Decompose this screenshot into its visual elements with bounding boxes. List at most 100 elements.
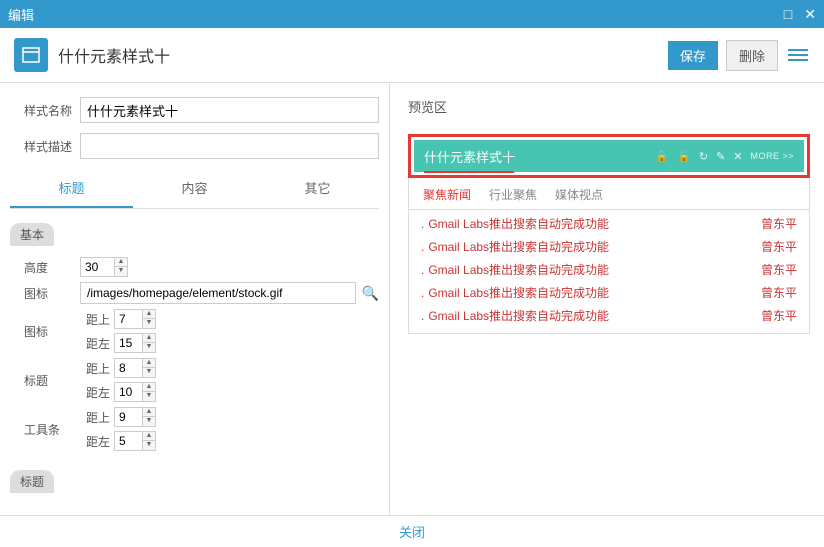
header-bar: 什什元素样式十 保存 删除 (0, 28, 824, 83)
window-controls: □ ✕ (784, 6, 816, 23)
style-name-input[interactable] (80, 97, 379, 123)
close-button[interactable]: 关闭 (0, 515, 824, 547)
list-item: . Gmail Labs推出搜索自动完成功能 曾东平 (421, 212, 797, 235)
tab-content[interactable]: 内容 (133, 169, 256, 208)
toolbar-mt-input[interactable] (114, 407, 142, 427)
preview-tabs: 聚焦新闻 行业聚焦 媒体视点 (408, 178, 810, 210)
toolbar-label: 工具条 (10, 421, 80, 438)
header-left: 什什元素样式十 (14, 38, 170, 72)
style-name-label: 样式名称 (10, 102, 80, 119)
preview-tab-1[interactable]: 行业聚焦 (489, 186, 537, 203)
more-link[interactable]: MORE >> (750, 151, 794, 161)
close-icon[interactable]: ✕ (804, 6, 816, 23)
item-author[interactable]: 曾东平 (761, 261, 797, 278)
toolbar-ml-stepper[interactable]: ▲▼ (114, 431, 156, 451)
margin-left-label: 距左 (80, 335, 114, 352)
height-stepper[interactable]: ▲▼ (80, 257, 128, 277)
icon-mt-stepper[interactable]: ▲▼ (114, 309, 156, 329)
toolbar-mt-stepper[interactable]: ▲▼ (114, 407, 156, 427)
icon-mt-input[interactable] (114, 309, 142, 329)
icon-path-input[interactable] (80, 282, 356, 304)
search-icon[interactable]: 🔍 (362, 285, 379, 302)
style-desc-input[interactable] (80, 133, 379, 159)
refresh-icon[interactable]: ↻ (699, 150, 708, 163)
list-item: . Gmail Labs推出搜索自动完成功能 曾东平 (421, 258, 797, 281)
item-text[interactable]: Gmail Labs推出搜索自动完成功能 (428, 217, 609, 231)
bullet-icon: . (421, 240, 424, 254)
bullet-icon: . (421, 286, 424, 300)
tab-other[interactable]: 其它 (256, 169, 379, 208)
title-ml-stepper[interactable]: ▲▼ (114, 382, 156, 402)
stepper-up-icon[interactable]: ▲ (143, 408, 155, 417)
stepper-down-icon[interactable]: ▼ (143, 319, 155, 328)
edit-icon[interactable]: ✎ (716, 150, 725, 163)
icon-label-2: 图标 (10, 323, 80, 340)
title-ml-input[interactable] (114, 382, 142, 402)
delete-button[interactable]: 删除 (726, 40, 778, 71)
stepper-down-icon[interactable]: ▼ (143, 343, 155, 352)
stepper-down-icon[interactable]: ▼ (143, 392, 155, 401)
list-item: . Gmail Labs推出搜索自动完成功能 曾东平 (421, 235, 797, 258)
preview-highlight-box: 什什元素样式十 🔒 🔓 ↻ ✎ ✕ MORE >> (408, 134, 810, 178)
preview-header-icons: 🔒 🔓 ↻ ✎ ✕ MORE >> (655, 150, 794, 163)
margin-left-label: 距左 (80, 384, 114, 401)
title-label: 标题 (10, 372, 80, 389)
maximize-icon[interactable]: □ (784, 6, 792, 23)
menu-icon[interactable] (786, 43, 810, 67)
bullet-icon: . (421, 263, 424, 277)
stepper-down-icon[interactable]: ▼ (143, 441, 155, 450)
item-author[interactable]: 曾东平 (761, 307, 797, 324)
height-input[interactable] (80, 257, 114, 277)
item-author[interactable]: 曾东平 (761, 215, 797, 232)
stepper-up-icon[interactable]: ▲ (143, 383, 155, 392)
preview-underline (424, 171, 514, 173)
tab-title[interactable]: 标题 (10, 169, 133, 208)
section-basic: 基本 (10, 223, 54, 246)
section-title: 标题 (10, 470, 54, 493)
height-label: 高度 (10, 259, 80, 276)
header-right: 保存 删除 (668, 40, 810, 71)
margin-top-label: 距上 (80, 409, 114, 426)
stepper-down-icon[interactable]: ▼ (143, 368, 155, 377)
unlock-icon[interactable]: 🔓 (677, 150, 691, 163)
item-text[interactable]: Gmail Labs推出搜索自动完成功能 (428, 286, 609, 300)
toolbar-ml-input[interactable] (114, 431, 142, 451)
preview-header: 什什元素样式十 🔒 🔓 ↻ ✎ ✕ MORE >> (414, 140, 804, 172)
preview-tab-2[interactable]: 媒体视点 (555, 186, 603, 203)
list-item: . Gmail Labs推出搜索自动完成功能 曾东平 (421, 281, 797, 304)
bullet-icon: . (421, 217, 424, 231)
stepper-down-icon[interactable]: ▼ (115, 267, 127, 276)
item-author[interactable]: 曾东平 (761, 238, 797, 255)
page-title: 什什元素样式十 (58, 43, 170, 67)
remove-icon[interactable]: ✕ (733, 150, 742, 163)
bullet-icon: . (421, 309, 424, 323)
margin-top-label: 距上 (80, 311, 114, 328)
icon-ml-input[interactable] (114, 333, 142, 353)
page-icon (14, 38, 48, 72)
item-text[interactable]: Gmail Labs推出搜索自动完成功能 (428, 240, 609, 254)
stepper-up-icon[interactable]: ▲ (143, 334, 155, 343)
preview-tab-0[interactable]: 聚焦新闻 (423, 186, 471, 203)
save-button[interactable]: 保存 (668, 41, 718, 70)
preview-list: . Gmail Labs推出搜索自动完成功能 曾东平 . Gmail Labs推出搜… (408, 210, 810, 334)
preview-box-title: 什什元素样式十 (424, 147, 515, 166)
title-mt-stepper[interactable]: ▲▼ (114, 358, 156, 378)
right-pane: 预览区 什什元素样式十 🔒 🔓 ↻ ✎ ✕ MORE >> 聚焦新闻 行业聚焦 … (390, 83, 824, 515)
stepper-up-icon[interactable]: ▲ (143, 432, 155, 441)
margin-left-label: 距左 (80, 433, 114, 450)
stepper-up-icon[interactable]: ▲ (143, 310, 155, 319)
window-titlebar: 编辑 □ ✕ (0, 0, 824, 28)
stepper-up-icon[interactable]: ▲ (143, 359, 155, 368)
item-author[interactable]: 曾东平 (761, 284, 797, 301)
preview-area-title: 预览区 (408, 97, 810, 116)
left-tabs: 标题 内容 其它 (10, 169, 379, 209)
left-pane: 样式名称 样式描述 标题 内容 其它 基本 高度 ▲▼ 图标 🔍 (0, 83, 390, 515)
title-mt-input[interactable] (114, 358, 142, 378)
list-item: . Gmail Labs推出搜索自动完成功能 曾东平 (421, 304, 797, 327)
item-text[interactable]: Gmail Labs推出搜索自动完成功能 (428, 309, 609, 323)
stepper-up-icon[interactable]: ▲ (115, 258, 127, 267)
stepper-down-icon[interactable]: ▼ (143, 417, 155, 426)
lock-icon[interactable]: 🔒 (655, 150, 669, 163)
icon-ml-stepper[interactable]: ▲▼ (114, 333, 156, 353)
item-text[interactable]: Gmail Labs推出搜索自动完成功能 (428, 263, 609, 277)
